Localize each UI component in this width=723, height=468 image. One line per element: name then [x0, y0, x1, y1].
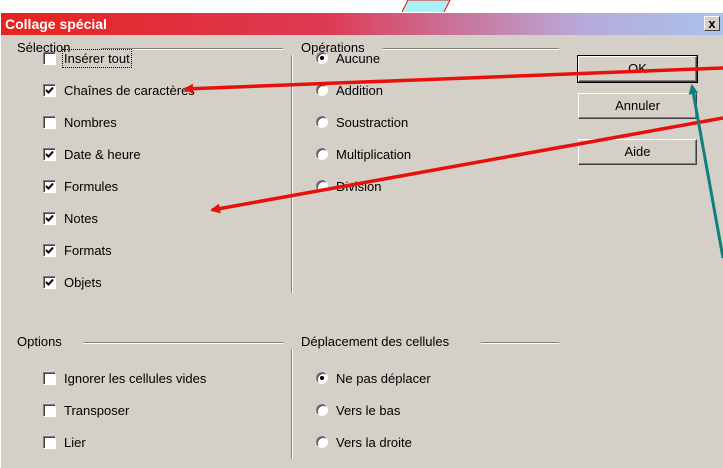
- options-group-line: [83, 342, 283, 344]
- radio-label: Division: [336, 178, 382, 194]
- options-group-title: Options: [17, 334, 68, 349]
- checkbox-label: Insérer tout: [62, 48, 132, 68]
- radio-row[interactable]: Aucune: [316, 49, 380, 67]
- checkbox-date-time[interactable]: [43, 147, 56, 161]
- checkbox-label: Formats: [64, 242, 112, 258]
- ok-button[interactable]: OK: [577, 55, 698, 83]
- checkbox-numbers[interactable]: [43, 115, 56, 129]
- checkmark-icon: [45, 278, 54, 286]
- radio-label: Soustraction: [336, 114, 409, 130]
- checkbox-row[interactable]: Date & heure: [43, 145, 141, 163]
- checkbox-skip-empty-cells[interactable]: [43, 371, 56, 385]
- checkbox-label: Formules: [64, 178, 119, 194]
- checkbox-label: Nombres: [64, 114, 117, 130]
- checkbox-strings[interactable]: [43, 83, 56, 97]
- close-button[interactable]: x: [704, 16, 720, 31]
- radio-row[interactable]: Addition: [316, 81, 383, 99]
- checkbox-row[interactable]: Nombres: [43, 113, 117, 131]
- radio-shift-down[interactable]: [316, 404, 328, 416]
- checkbox-row[interactable]: Chaînes de caractères: [43, 81, 195, 99]
- radio-multiplication[interactable]: [316, 148, 328, 160]
- checkbox-label: Lier: [64, 434, 86, 450]
- cancel-button[interactable]: Annuler: [578, 93, 697, 119]
- radio-dot-icon: [320, 376, 324, 380]
- radio-label: Addition: [336, 82, 383, 98]
- radio-label: Aucune: [336, 50, 381, 66]
- radio-no-shift[interactable]: [316, 372, 328, 384]
- checkmark-icon: [45, 86, 54, 94]
- shift-group-title: Déplacement des cellules: [301, 334, 456, 349]
- shift-group-line: [481, 342, 559, 344]
- radio-row[interactable]: Soustraction: [316, 113, 408, 131]
- checkbox-label: Ignorer les cellules vides: [64, 370, 207, 386]
- radio-dot-icon: [320, 56, 324, 60]
- checkbox-label: Chaînes de caractères: [64, 82, 195, 98]
- radio-label: Vers la droite: [336, 434, 412, 450]
- radio-row[interactable]: Division: [316, 177, 382, 195]
- checkbox-label: Transposer: [64, 402, 130, 418]
- group-separator: [291, 55, 293, 293]
- checkbox-row[interactable]: Insérer tout: [43, 48, 132, 68]
- checkbox-formats[interactable]: [43, 243, 56, 257]
- radio-row[interactable]: Ne pas déplacer: [316, 369, 431, 387]
- checkmark-icon: [45, 246, 54, 254]
- paste-special-dialog: Collage spécial x Sélection Insérer tout…: [0, 12, 723, 468]
- radio-none[interactable]: [316, 52, 328, 64]
- checkmark-icon: [45, 182, 54, 190]
- lower-group-separator: [291, 349, 293, 459]
- checkbox-insert-all[interactable]: [43, 51, 56, 65]
- checkbox-row[interactable]: Objets: [43, 273, 102, 291]
- dialog-title: Collage spécial: [5, 16, 107, 32]
- checkbox-row[interactable]: Transposer: [43, 401, 129, 419]
- checkbox-row[interactable]: Ignorer les cellules vides: [43, 369, 206, 387]
- operations-group-line: [383, 48, 559, 50]
- radio-row[interactable]: Multiplication: [316, 145, 411, 163]
- checkmark-icon: [45, 214, 54, 222]
- help-button[interactable]: Aide: [578, 139, 697, 165]
- radio-label: Ne pas déplacer: [336, 370, 431, 386]
- radio-division[interactable]: [316, 180, 328, 192]
- checkmark-icon: [45, 150, 54, 158]
- radio-label: Multiplication: [336, 146, 412, 162]
- checkbox-row[interactable]: Notes: [43, 209, 98, 227]
- checkbox-objects[interactable]: [43, 275, 56, 289]
- checkbox-notes[interactable]: [43, 211, 56, 225]
- checkbox-transpose[interactable]: [43, 403, 56, 417]
- radio-label: Vers le bas: [336, 402, 401, 418]
- radio-row[interactable]: Vers le bas: [316, 401, 400, 419]
- checkbox-label: Date & heure: [64, 146, 141, 162]
- radio-shift-right[interactable]: [316, 436, 328, 448]
- checkbox-label: Notes: [64, 210, 98, 226]
- checkbox-formulas[interactable]: [43, 179, 56, 193]
- radio-subtraction[interactable]: [316, 116, 328, 128]
- radio-addition[interactable]: [316, 84, 328, 96]
- checkbox-row[interactable]: Formats: [43, 241, 112, 259]
- checkbox-row[interactable]: Lier: [43, 433, 86, 451]
- checkbox-link[interactable]: [43, 435, 56, 449]
- checkbox-row[interactable]: Formules: [43, 177, 118, 195]
- title-bar: Collage spécial x: [1, 13, 723, 35]
- checkbox-label: Objets: [64, 274, 102, 290]
- radio-row[interactable]: Vers la droite: [316, 433, 412, 451]
